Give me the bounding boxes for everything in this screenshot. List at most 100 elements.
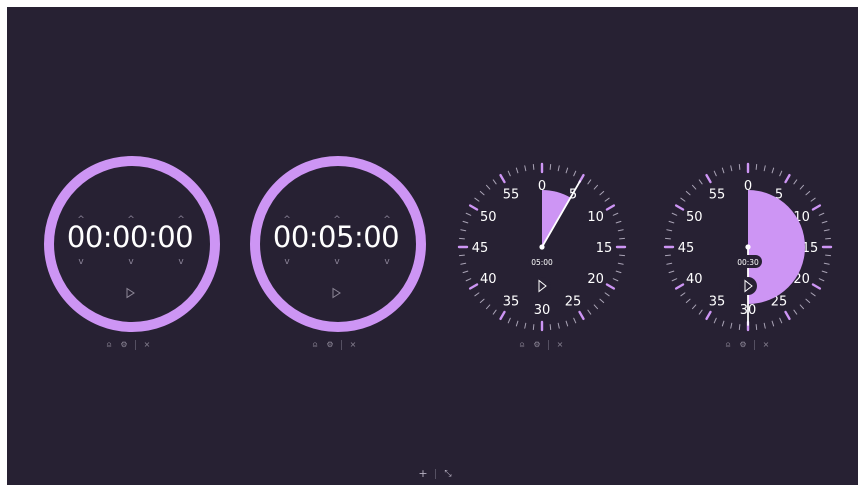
- minor-tick: [524, 165, 527, 172]
- major-tick: [674, 283, 685, 290]
- major-tick: [811, 204, 822, 211]
- gear-icon[interactable]: ⚙: [533, 341, 541, 349]
- collapse-icon[interactable]: ⤡: [443, 468, 453, 480]
- dial-label: 50: [686, 210, 703, 225]
- bell-icon[interactable]: ⍝: [105, 341, 113, 349]
- plus-icon[interactable]: +: [418, 468, 428, 480]
- minor-tick: [763, 322, 766, 329]
- major-tick: [605, 283, 616, 290]
- minor-tick: [462, 220, 469, 224]
- analog-timer-1: 051015202530354045505505:00: [457, 162, 627, 332]
- minor-tick: [599, 298, 605, 304]
- minor-tick: [587, 179, 592, 185]
- dial-label: 45: [678, 241, 695, 256]
- digital-timer-1: ^ ^ ^ 00:00:00 v v v: [40, 152, 220, 332]
- close-icon[interactable]: ×: [762, 341, 770, 349]
- divider: [341, 340, 342, 350]
- minor-tick: [557, 322, 560, 329]
- gear-icon[interactable]: ⚙: [326, 341, 334, 349]
- minor-tick: [587, 309, 592, 315]
- hours-down-chevron-icon[interactable]: v: [76, 258, 86, 267]
- bell-icon[interactable]: ⍝: [518, 341, 526, 349]
- minor-tick: [557, 165, 560, 172]
- minor-tick: [823, 229, 830, 232]
- gear-icon[interactable]: ⚙: [739, 341, 747, 349]
- minor-tick: [671, 278, 678, 282]
- minor-tick: [668, 220, 675, 224]
- play-icon[interactable]: [330, 287, 342, 299]
- major-tick: [499, 310, 506, 321]
- dial-label: 40: [480, 272, 497, 287]
- analog-timer-2: 051015202530354045505500:30: [663, 162, 833, 332]
- minor-tick: [612, 212, 619, 216]
- hours-down-chevron-icon[interactable]: v: [282, 258, 292, 267]
- dial-label: 10: [587, 210, 604, 225]
- minor-tick: [730, 165, 733, 172]
- minor-tick: [619, 237, 626, 240]
- play-icon[interactable]: [124, 287, 136, 299]
- minor-tick: [573, 317, 577, 324]
- minor-tick: [619, 254, 626, 257]
- minutes-down-chevron-icon[interactable]: v: [332, 258, 342, 267]
- bottom-toolbar: + ⤡: [418, 468, 453, 480]
- minor-tick: [680, 292, 686, 297]
- minor-tick: [573, 170, 577, 177]
- minor-tick: [458, 254, 465, 257]
- dial-label: 35: [709, 295, 726, 310]
- minor-tick: [805, 190, 811, 196]
- bell-icon[interactable]: ⍝: [311, 341, 319, 349]
- minor-tick: [680, 197, 686, 202]
- divider: [435, 469, 436, 479]
- timer-display: 00:00:00: [66, 220, 194, 254]
- minor-tick: [460, 229, 467, 232]
- minor-tick: [617, 262, 624, 265]
- seconds-down-chevron-icon[interactable]: v: [176, 258, 186, 267]
- minor-tick: [821, 270, 828, 274]
- minor-tick: [771, 320, 775, 327]
- dial-label: 55: [503, 187, 520, 202]
- minor-tick: [730, 322, 733, 329]
- seconds-down-chevron-icon[interactable]: v: [382, 258, 392, 267]
- minor-tick: [593, 304, 599, 310]
- minor-tick: [599, 190, 605, 196]
- minor-tick: [685, 298, 691, 304]
- play-button-backdrop: [739, 277, 757, 295]
- divider: [548, 340, 549, 350]
- play-button-backdrop: [533, 277, 551, 295]
- minor-tick: [799, 304, 805, 310]
- close-icon[interactable]: ×: [349, 341, 357, 349]
- minor-tick: [479, 190, 485, 196]
- minor-tick: [755, 324, 758, 331]
- minor-tick: [593, 184, 599, 190]
- minor-tick: [823, 262, 830, 265]
- minor-tick: [565, 320, 569, 327]
- minor-tick: [805, 298, 811, 304]
- major-tick: [784, 310, 791, 321]
- dial-label: 15: [596, 241, 613, 256]
- close-icon[interactable]: ×: [556, 341, 564, 349]
- close-icon[interactable]: ×: [143, 341, 151, 349]
- dial-label: 20: [587, 272, 604, 287]
- minutes-down-chevron-icon[interactable]: v: [126, 258, 136, 267]
- timer-2-controls: ⍝ ⚙ ×: [311, 339, 357, 351]
- time-label: 00:30: [737, 258, 759, 267]
- minor-tick: [549, 324, 552, 331]
- minor-tick: [492, 179, 497, 185]
- major-tick: [811, 283, 822, 290]
- major-tick: [605, 204, 616, 211]
- minor-tick: [462, 270, 469, 274]
- major-tick: [784, 173, 791, 184]
- dial-center-dot: [745, 244, 751, 250]
- minor-tick: [738, 324, 741, 331]
- dial-label: 55: [709, 187, 726, 202]
- timer-1-controls: ⍝ ⚙ ×: [105, 339, 151, 351]
- minor-tick: [721, 320, 725, 327]
- gear-icon[interactable]: ⚙: [120, 341, 128, 349]
- timer-3-controls: ⍝ ⚙ ×: [518, 339, 564, 351]
- minor-tick: [771, 167, 775, 174]
- timer-app-window: ^ ^ ^ 00:00:00 v v v ⍝ ⚙ × ^ ^ ^ 00:05:0…: [7, 7, 858, 485]
- minor-tick: [465, 278, 472, 282]
- major-tick: [499, 173, 506, 184]
- bell-icon[interactable]: ⍝: [724, 341, 732, 349]
- minor-tick: [793, 309, 798, 315]
